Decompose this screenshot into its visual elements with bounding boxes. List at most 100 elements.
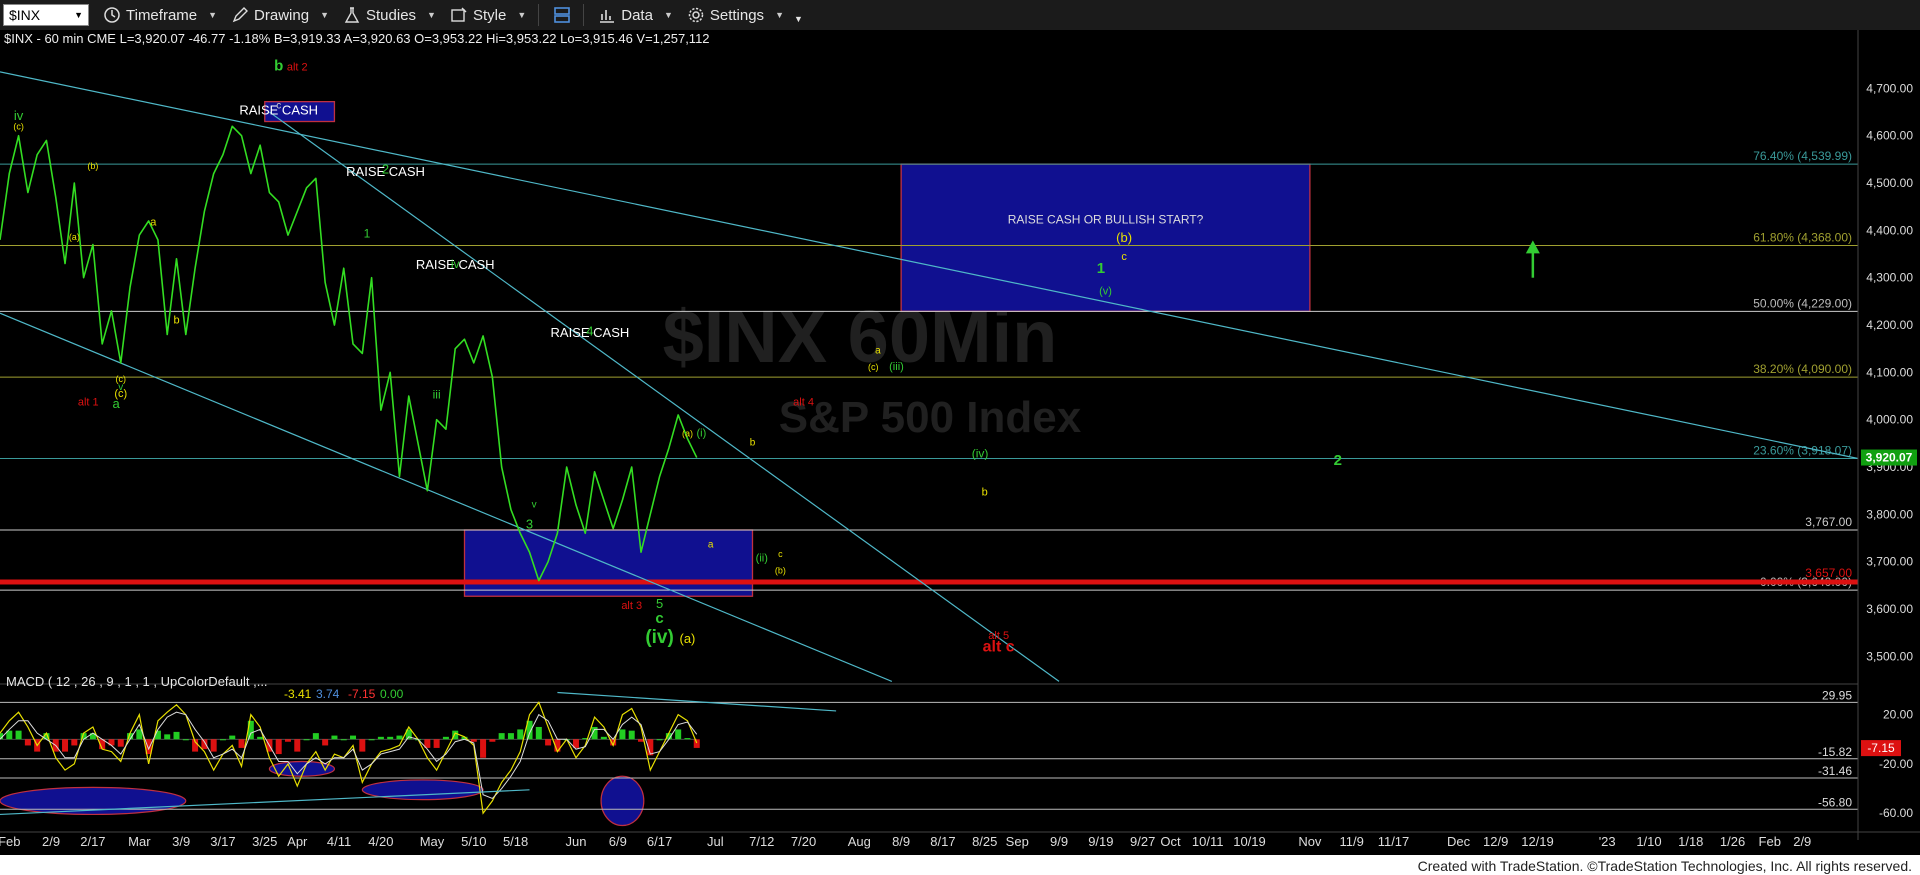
data-label: Data bbox=[621, 6, 653, 24]
wave-label: (a) bbox=[682, 428, 693, 438]
time-tick-label: 4/11 bbox=[327, 834, 351, 849]
wave-label: 2 bbox=[1334, 452, 1342, 469]
macd-histogram-bar bbox=[229, 735, 236, 740]
time-tick-label: 7/12 bbox=[749, 834, 774, 849]
macd-histogram-bar bbox=[433, 739, 440, 748]
macd-level-label: -15.82 bbox=[1818, 745, 1852, 759]
macd-histogram-bar bbox=[284, 739, 291, 742]
wave-label: (iii) bbox=[889, 361, 904, 373]
wave-label: (c) bbox=[868, 362, 879, 372]
caret-down-icon: ▼ bbox=[208, 10, 218, 20]
drawing-button[interactable]: Drawing ▼ bbox=[231, 6, 329, 24]
price-tick-label: 4,500.00 bbox=[1866, 176, 1913, 190]
pencil-icon bbox=[232, 7, 249, 23]
macd-histogram-bar bbox=[480, 739, 487, 758]
macd-histogram-bar bbox=[368, 739, 375, 741]
time-tick-label: 11/9 bbox=[1340, 834, 1364, 849]
wave-label: (a) bbox=[69, 232, 80, 242]
caret-down-icon: ▼ bbox=[775, 10, 784, 20]
wave-label: c bbox=[1121, 251, 1127, 263]
quote-header: $INX - 60 min CME L=3,920.07 -46.77 -1.1… bbox=[4, 31, 710, 46]
style-button[interactable]: Style ▼ bbox=[450, 6, 526, 24]
settings-button[interactable]: Settings ▼ bbox=[687, 6, 784, 24]
caret-down-icon: ▼ bbox=[427, 10, 436, 20]
macd-histogram-bar bbox=[350, 735, 357, 740]
watermark-name: S&P 500 Index bbox=[779, 393, 1082, 442]
wave-label: b bbox=[274, 57, 283, 74]
wave-label: c bbox=[655, 610, 663, 627]
macd-level-label: -31.46 bbox=[1818, 764, 1852, 778]
wave-label: a bbox=[875, 345, 881, 356]
macd-histogram-bar bbox=[24, 739, 31, 746]
macd-histogram-bar bbox=[303, 739, 310, 741]
macd-histogram-bar bbox=[442, 736, 449, 740]
price-tick-label: 4,000.00 bbox=[1866, 413, 1913, 427]
time-tick-label: 10/19 bbox=[1233, 834, 1266, 849]
caret-down-icon: ▼ bbox=[320, 10, 329, 20]
wave-label: (b) bbox=[87, 161, 98, 171]
price-chart[interactable]: $INX - 60 min CME L=3,920.07 -46.77 -1.1… bbox=[0, 30, 1920, 875]
wave-label: b bbox=[173, 315, 179, 327]
toolbar-divider bbox=[583, 4, 585, 26]
time-tick-label: 8/17 bbox=[930, 834, 955, 849]
red-level-label: 3,657.00 bbox=[1805, 566, 1852, 580]
wave-label: (c) bbox=[13, 122, 24, 132]
time-tick-label: 7/20 bbox=[791, 834, 816, 849]
macd-value-text: -7.15 bbox=[348, 687, 376, 701]
macd-histogram-bar bbox=[628, 730, 635, 740]
time-tick-label: Jun bbox=[565, 834, 586, 849]
time-tick-label: 3/25 bbox=[252, 834, 277, 849]
symbol-value: $INX bbox=[9, 7, 41, 23]
time-tick-label: 2/17 bbox=[80, 834, 105, 849]
timeframe-button[interactable]: Timeframe ▼ bbox=[103, 6, 217, 24]
macd-histogram-bar bbox=[498, 733, 505, 740]
macd-tick-label: -60.00 bbox=[1879, 806, 1913, 820]
time-tick-label: Aug bbox=[848, 834, 871, 849]
macd-histogram-bar bbox=[210, 739, 217, 752]
macd-tick-label: 20.00 bbox=[1883, 708, 1913, 722]
macd-histogram-bar bbox=[312, 733, 319, 740]
time-tick-label: 5/10 bbox=[461, 834, 486, 849]
toolbar-overflow-icon[interactable]: ▼ bbox=[794, 14, 803, 24]
macd-histogram-bar bbox=[71, 739, 78, 746]
macd-histogram-bar bbox=[638, 739, 645, 742]
macd-tick-label: -20.00 bbox=[1879, 757, 1913, 771]
macd-histogram-bar bbox=[257, 736, 264, 740]
settings-label: Settings bbox=[709, 6, 765, 24]
time-tick-label: Jul bbox=[707, 834, 724, 849]
chart-background bbox=[0, 30, 1920, 875]
style-label: Style bbox=[472, 6, 507, 24]
time-tick-label: 8/9 bbox=[892, 834, 910, 849]
wave-label: 2 bbox=[382, 162, 389, 177]
fib-level-label: 76.40% (4,539.99) bbox=[1753, 149, 1852, 163]
macd-histogram-bar bbox=[535, 726, 542, 740]
wave-label: (b) bbox=[1116, 230, 1132, 245]
time-tick-label: 8/25 bbox=[972, 834, 997, 849]
support-label: 3,767.00 bbox=[1805, 515, 1852, 529]
macd-histogram-bar bbox=[62, 739, 69, 752]
macd-histogram-bar bbox=[275, 739, 282, 755]
price-tick-label: 3,600.00 bbox=[1866, 602, 1913, 616]
wave-label: iii bbox=[433, 387, 441, 401]
symbol-selector[interactable]: $INX ▼ bbox=[3, 4, 89, 26]
time-tick-label: 3/17 bbox=[210, 834, 235, 849]
wave-label: alt 3 bbox=[621, 600, 642, 612]
time-tick-label: May bbox=[420, 834, 445, 849]
last-price-value: 3,920.07 bbox=[1866, 451, 1913, 465]
data-button[interactable]: Data ▼ bbox=[598, 6, 673, 24]
wave-label: alt 1 bbox=[78, 396, 99, 408]
macd-histogram-bar bbox=[387, 736, 394, 740]
macd-histogram-bar bbox=[470, 739, 477, 742]
footer-credit: Created with TradeStation. ©TradeStation… bbox=[1417, 858, 1912, 874]
macd-value-text: 3.74 bbox=[316, 687, 340, 701]
price-tick-label: 4,100.00 bbox=[1866, 365, 1913, 379]
wave-label: (iv) bbox=[972, 447, 989, 461]
macd-value-text: -3.41 bbox=[284, 687, 312, 701]
time-tick-label: 9/9 bbox=[1050, 834, 1068, 849]
macd-histogram-bar bbox=[322, 739, 329, 746]
clock-icon bbox=[104, 7, 120, 23]
studies-button[interactable]: Studies ▼ bbox=[343, 6, 436, 24]
time-tick-label: 6/17 bbox=[647, 834, 672, 849]
layout-button[interactable] bbox=[553, 6, 571, 24]
drawing-label: Drawing bbox=[254, 6, 310, 24]
